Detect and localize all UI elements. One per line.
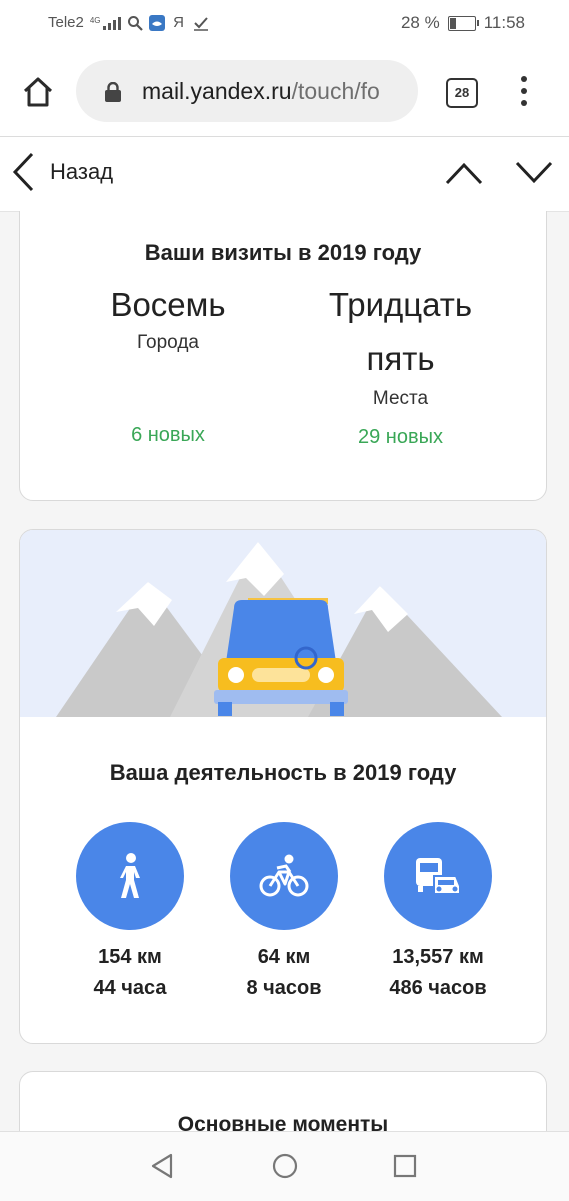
cycling-distance: 64 км: [257, 946, 311, 968]
previous-message-button[interactable]: [444, 159, 484, 187]
address-bar[interactable]: mail.yandex.ru/touch/fo: [76, 60, 418, 122]
cycling-icon: [230, 822, 338, 930]
lock-icon: [105, 82, 121, 102]
visits-card: Ваши визиты в 2019 году Восемь Города 6 …: [19, 211, 547, 501]
cycling-duration: 8 часов: [246, 977, 322, 999]
status-left: Tele2 4G Я: [48, 14, 209, 31]
transport-distance: 13,557 км: [392, 946, 484, 968]
cities-value: Восемь: [110, 286, 226, 323]
browser-toolbar: mail.yandex.ru/touch/fo 28: [0, 48, 569, 137]
yandex-icon: Я: [173, 14, 184, 31]
back-button[interactable]: Назад: [10, 151, 113, 193]
mountains-car-illustration: [20, 530, 546, 717]
transport-stat: 13,557 км 486 часов: [363, 822, 513, 1000]
tab-switcher-button[interactable]: 28: [446, 78, 478, 108]
chevron-up-icon: [445, 162, 483, 185]
activity-title: Ваша деятельность в 2019 году: [109, 760, 457, 785]
status-right: 28 % 11:58: [401, 13, 525, 33]
battery-fill: [449, 17, 456, 29]
cities-label: Города: [137, 332, 199, 353]
signal-icon: 4G: [90, 16, 121, 30]
recents-square-icon[interactable]: [391, 1152, 419, 1180]
visits-title: Ваши визиты в 2019 году: [144, 240, 422, 265]
carrier-name: Tele2: [48, 14, 84, 31]
places-stat: Тридцать пять Места 29 новых: [298, 278, 503, 449]
transport-icon: [384, 822, 492, 930]
walking-icon: [76, 822, 184, 930]
places-new: 29 новых: [358, 426, 443, 448]
highlights-card: Основные моменты: [19, 1071, 547, 1131]
back-triangle-icon[interactable]: [149, 1152, 177, 1180]
walking-stat: 154 км 44 часа: [55, 822, 205, 1000]
battery-percent: 28 %: [400, 13, 440, 32]
activity-card: Ваша деятельность в 2019 году 154 км 44 …: [19, 529, 547, 1044]
walking-duration: 44 часа: [93, 977, 167, 999]
next-message-button[interactable]: [514, 159, 554, 187]
overflow-menu-icon[interactable]: [514, 76, 534, 108]
mountains-car-icon: [20, 530, 546, 717]
home-button[interactable]: [20, 74, 56, 110]
system-nav-bar: [0, 1131, 569, 1201]
status-bar: Tele2 4G Я 28 % 11:58: [0, 0, 569, 48]
chevron-left-icon: [12, 152, 34, 192]
message-nav-bar: Назад: [0, 137, 569, 212]
check-icon: [193, 15, 209, 31]
highlights-title: Основные моменты: [177, 1113, 389, 1131]
network-type: 4G: [89, 15, 101, 25]
vk-icon: [148, 14, 165, 31]
search-icon: [127, 15, 143, 31]
places-value: Тридцать пять: [328, 286, 473, 377]
home-circle-icon[interactable]: [271, 1152, 299, 1180]
cycling-stat: 64 км 8 часов: [209, 822, 359, 1000]
url-host: mail.yandex.ru: [142, 78, 292, 104]
walking-distance: 154 км: [98, 946, 162, 968]
clock: 11:58: [483, 13, 525, 32]
url-path: /touch/fo: [291, 78, 380, 104]
url-text: mail.yandex.ru/touch/fo: [142, 78, 380, 105]
cities-stat: Восемь Города 6 новых: [68, 278, 268, 447]
back-label: Назад: [50, 159, 114, 184]
home-icon: [23, 77, 53, 107]
places-label: Места: [372, 388, 429, 409]
cities-new: 6 новых: [131, 424, 205, 446]
email-content[interactable]: Ваши визиты в 2019 году Восемь Города 6 …: [0, 211, 569, 1131]
transport-duration: 486 часов: [389, 977, 487, 999]
chevron-down-icon: [515, 161, 553, 184]
battery-icon: [447, 15, 479, 31]
